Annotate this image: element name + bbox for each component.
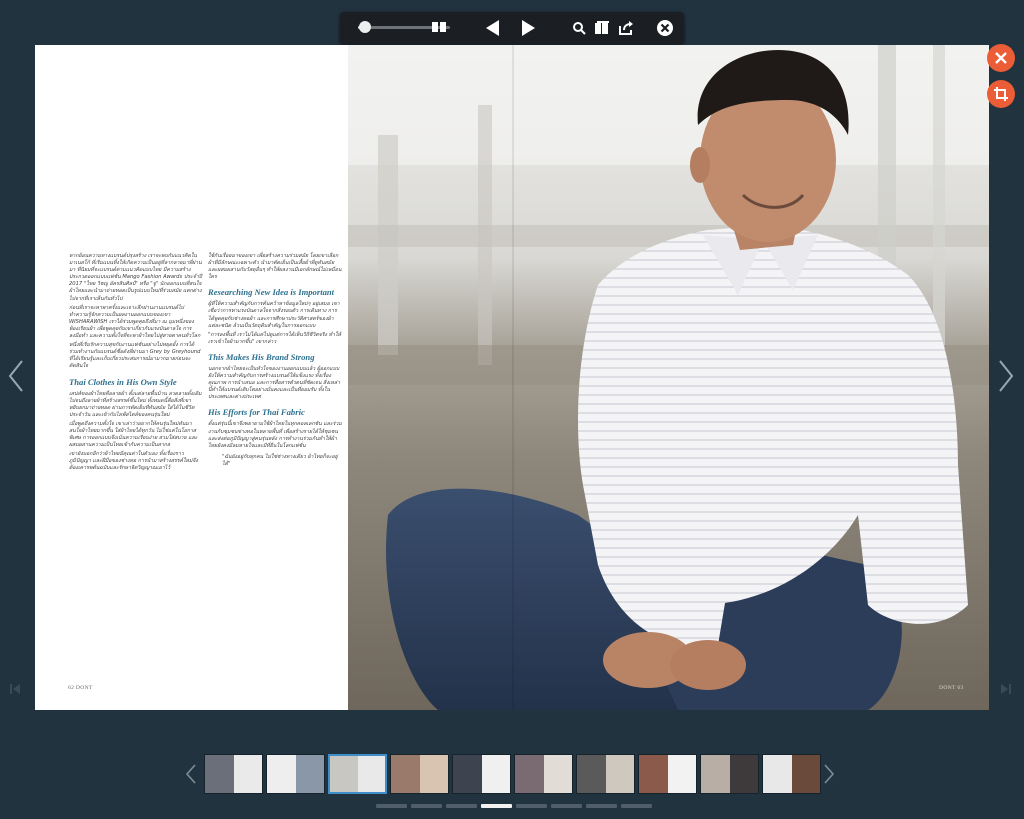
portrait-photo bbox=[348, 45, 989, 710]
thumbnail-left-half bbox=[267, 755, 296, 793]
page-thumbnail[interactable] bbox=[266, 754, 325, 794]
first-page-button[interactable] bbox=[8, 682, 22, 696]
chevron-left-icon bbox=[8, 360, 23, 392]
reader-toolbar bbox=[340, 12, 684, 44]
thumbnail-left-half bbox=[577, 755, 606, 793]
skip-last-icon bbox=[1001, 684, 1011, 694]
page-indicator-dot[interactable] bbox=[446, 804, 477, 808]
chevron-left-icon bbox=[185, 764, 196, 784]
chevron-right-icon bbox=[824, 764, 835, 784]
page-indicator-dot[interactable] bbox=[481, 804, 512, 808]
article-paragraph: ใช้กันเรื่อยมาของเขา เพื่อสร้างความร่วมส… bbox=[208, 253, 342, 281]
page-thumbnail[interactable] bbox=[762, 754, 821, 794]
close-reader-icon[interactable] bbox=[656, 19, 674, 37]
next-page-arrow[interactable] bbox=[994, 358, 1018, 394]
page-thumbnail[interactable] bbox=[452, 754, 511, 794]
thumbnail-right-half bbox=[543, 755, 572, 793]
thumbnail-right-half bbox=[667, 755, 696, 793]
chevron-right-icon bbox=[999, 360, 1014, 392]
thumbnail-left-half bbox=[391, 755, 420, 793]
page-indicator-dot[interactable] bbox=[621, 804, 652, 808]
page-thumbnail[interactable] bbox=[390, 754, 449, 794]
page-thumbnail[interactable] bbox=[514, 754, 573, 794]
article-subhead: Researching New Idea is Important bbox=[208, 287, 335, 298]
thumbnails-icon[interactable] bbox=[594, 20, 610, 36]
article-paragraph: นอกจากผ้าไทยจะเป็นหัวใจของงานออกแบบแล้ว … bbox=[208, 365, 341, 401]
thumbnail-right-half bbox=[605, 755, 634, 793]
page-thumbnail[interactable] bbox=[576, 754, 635, 794]
thumbnail-right-half bbox=[357, 756, 385, 792]
page-thumbnail[interactable] bbox=[328, 754, 387, 794]
thumbnail-right-half bbox=[481, 755, 510, 793]
article-paragraph: เสน่ห์ของผ้าไทยคือลายผ้า ตั้งแต่ลายพื้นบ… bbox=[69, 390, 202, 418]
close-button[interactable] bbox=[987, 44, 1015, 72]
page-indicator bbox=[376, 804, 652, 808]
last-page-button[interactable] bbox=[999, 682, 1013, 696]
zoom-slider-handle[interactable] bbox=[359, 21, 371, 33]
article-paragraph: เขายังบอกอีกว่าผ้าไทยมีคุณค่าในตัวเอง ทั… bbox=[69, 451, 198, 472]
article-subhead: His Efforts for Thai Fabric bbox=[208, 407, 305, 418]
article-paragraph: เมื่อพูดถึงความตั้งใจ เขาเล่าว่าอยากให้ค… bbox=[69, 420, 198, 449]
article-paragraph: ผู้ที่ให้ความสำคัญกับการค้นคว้าหาข้อมูลใ… bbox=[208, 301, 340, 329]
article-paragraph: หนึ่งที่เริ่มรักความสุขกับงานแฟชั่นอย่าง… bbox=[69, 342, 201, 370]
article-paragraph: ก่อนที่เราจะหาพาครั้งและเจาะลึกผ่านงานแบ… bbox=[69, 304, 201, 340]
thumbnail-right-half bbox=[791, 755, 820, 793]
search-icon[interactable] bbox=[572, 21, 586, 35]
page-number-left: 62 DONT bbox=[68, 685, 93, 691]
thumbnail-right-half bbox=[295, 755, 324, 793]
article-paragraph: ตั้งแต่รุ่นนี้เขาจึงพยายามใช้ผ้าไทยในทุก… bbox=[208, 421, 342, 449]
close-icon bbox=[995, 52, 1007, 64]
skip-first-icon bbox=[10, 684, 20, 694]
page-gutter bbox=[512, 45, 514, 710]
thumbnail-left-half bbox=[763, 755, 792, 793]
thumbnail-right-half bbox=[419, 755, 448, 793]
page-thumbnail[interactable] bbox=[204, 754, 263, 794]
magazine-spread[interactable]: หากย้อนความทางแบรนด์ปรุงสร้าง เราจะพบกับ… bbox=[35, 45, 989, 710]
article-paragraph: หากย้อนความทางแบรนด์ปรุงสร้าง เราจะพบกับ… bbox=[69, 253, 202, 302]
page-number-right: DONT 63 bbox=[939, 685, 964, 691]
thumbnail-left-half bbox=[453, 755, 482, 793]
page-indicator-dot[interactable] bbox=[411, 804, 442, 808]
thumbnail-left-half bbox=[701, 755, 730, 793]
thumbnail-left-half bbox=[330, 756, 358, 792]
page-thumbnail[interactable] bbox=[638, 754, 697, 794]
share-icon[interactable] bbox=[618, 20, 634, 36]
article-paragraph: "การลงพื้นที่ เราไม่ได้แค่ไปดูแต่การได้เ… bbox=[208, 331, 341, 345]
article-quote: "ฉันยังอยู่กับทุกคน ไม่ใช่ช่างทางเดียว ผ… bbox=[222, 453, 338, 467]
page-thumbnail[interactable] bbox=[700, 754, 759, 794]
thumbnail-strip bbox=[204, 754, 821, 796]
article-subhead: This Makes His Brand Strong bbox=[208, 351, 315, 362]
article-subhead: Thai Clothes in His Own Style bbox=[69, 376, 177, 387]
crop-icon bbox=[994, 87, 1008, 101]
thumbnail-left-half bbox=[639, 755, 668, 793]
thumbnail-left-half bbox=[205, 755, 234, 793]
next-page-icon[interactable] bbox=[519, 19, 537, 37]
page-indicator-dot[interactable] bbox=[586, 804, 617, 808]
page-indicator-dot[interactable] bbox=[376, 804, 407, 808]
thumbnails-prev-arrow[interactable] bbox=[184, 762, 198, 786]
page-indicator-dot[interactable] bbox=[551, 804, 582, 808]
thumbnails-next-arrow[interactable] bbox=[822, 762, 836, 786]
prev-page-arrow[interactable] bbox=[4, 358, 28, 394]
previous-page-icon[interactable] bbox=[484, 19, 502, 37]
two-page-view-icon[interactable] bbox=[432, 22, 446, 32]
thumbnail-right-half bbox=[729, 755, 758, 793]
page-indicator-dot[interactable] bbox=[516, 804, 547, 808]
article-column-right: ใช้กันเรื่อยมาของเขา เพื่อสร้างความร่วมส… bbox=[208, 253, 342, 468]
crop-button[interactable] bbox=[987, 80, 1015, 108]
thumbnail-left-half bbox=[515, 755, 544, 793]
article-column-left: หากย้อนความทางแบรนด์ปรุงสร้าง เราจะพบกับ… bbox=[69, 253, 203, 475]
left-page: หากย้อนความทางแบรนด์ปรุงสร้าง เราจะพบกับ… bbox=[35, 45, 348, 710]
thumbnail-right-half bbox=[233, 755, 262, 793]
